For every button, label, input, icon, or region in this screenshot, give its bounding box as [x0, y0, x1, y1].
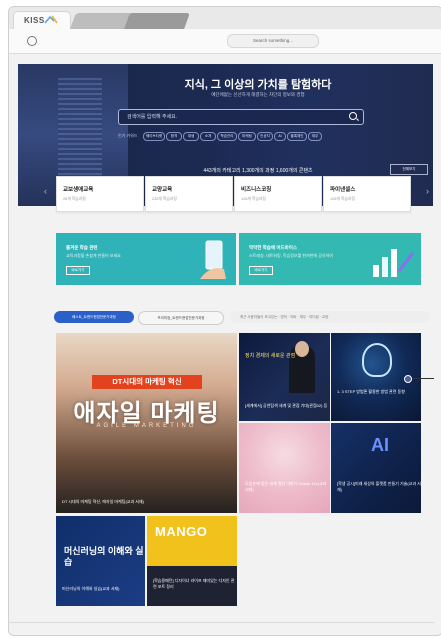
- phone-hand-icon: [200, 240, 226, 279]
- kiss-logo: KISS: [24, 16, 45, 25]
- category-sub: 226개 학습과정: [152, 197, 177, 201]
- keyword-chip[interactable]: AI: [274, 132, 286, 141]
- filter-bar: 베스트_트렌드현업전문가과정 프리미엄_트렌드현업전문가과정 최근 사용자들이 …: [54, 311, 433, 325]
- banner-desc: 스트레칭, 네트워킹, 학습정보를 한꺼번에 공유하여: [249, 253, 333, 258]
- search-icon[interactable]: [349, 112, 357, 120]
- tile-caption: 머신러닝의 이해와 실습(교과 서재): [62, 586, 120, 591]
- hero-subtitle: 예단에없는 신선하게 해결하는 차단의 정보와 경험: [211, 92, 305, 97]
- category-sub: 26개 학습과정: [63, 197, 86, 201]
- lightbulb-icon: [362, 343, 392, 377]
- annotation-dot: [404, 375, 412, 383]
- course-tile[interactable]: AI [학생 공시]미래 세상의 플랫폼 만들기 기술(교과 서재): [331, 423, 421, 513]
- course-tile[interactable]: 머신러닝의 이해와 실습 머신러닝의 이해와 실습(교과 서재): [56, 516, 145, 606]
- banner-title: 막막한 학습에 어드바이스: [249, 245, 298, 250]
- tile-headline: 머신러닝의 이해와 실습: [64, 546, 144, 567]
- tab-kiss[interactable]: KISS: [13, 11, 71, 30]
- tile-text: 정치 경제의 새로운 관점: [245, 353, 296, 359]
- filter-pill[interactable]: 프리미엄_트렌드현업전문가과정: [138, 311, 224, 325]
- category-card[interactable]: 비즈니스코칭 126개 학습과정: [234, 176, 322, 212]
- category-card[interactable]: 교보생애교육 26개 학습과정: [56, 176, 144, 212]
- logo-mark-icon: [44, 15, 58, 24]
- course-counts: 443개의 카테고리 1,300개의 과정 1,600개의 콘텐츠: [203, 168, 313, 174]
- hero-title: 지식, 그 이상의 가치를 탐험하다: [184, 79, 332, 91]
- course-tile[interactable]: 모임손에 맞은 세계 열린 이야기 Oracle 12c(교과 서재): [239, 423, 330, 513]
- keyword-chip[interactable]: 재생: [183, 132, 199, 141]
- view-all-button[interactable]: 전체보기: [390, 164, 428, 175]
- keyword-chip[interactable]: 학습관리: [217, 132, 237, 141]
- tile-caption: [학습용패턴] 디자이너 라이프 재미있는 디자인 관련 포트 정리: [153, 578, 235, 589]
- divider: [8, 622, 434, 623]
- tile-subheadline: AGILE MARKETING: [96, 423, 197, 429]
- promo-banner[interactable]: 막막한 학습에 어드바이스 스트레칭, 네트워킹, 학습정보를 한꺼번에 공유하…: [239, 233, 421, 285]
- banner-desc: 교육과정을 손쉽게 만들어 보세요: [66, 253, 121, 258]
- ai-graphic-icon: AI: [371, 435, 389, 455]
- speaker-face: [295, 341, 309, 357]
- banner-button[interactable]: 바로가기: [249, 266, 273, 275]
- category-title: 교보생애교육: [63, 187, 94, 193]
- course-tile[interactable]: MANGO [학습용패턴] 디자이너 라이프 재미있는 디자인 관련 포트 정리: [147, 516, 237, 606]
- tile-caption: 1. 3 STEP 방법론 활용한 방법 관련 동향: [337, 389, 405, 394]
- keyword-chip[interactable]: 블록체인: [287, 132, 307, 141]
- category-title: 파이낸셜스: [330, 187, 356, 193]
- keyword-chip[interactable]: 소개: [200, 132, 216, 141]
- course-tile[interactable]: 정치 경제의 새로운 관점 [세계에서] 공연탐색 세계 및 관점 기대(관점0…: [239, 333, 330, 421]
- category-card[interactable]: 파이낸셜스 126개 학습과정: [323, 176, 411, 212]
- search-placeholder: 검색어를 입력해 주세요.: [127, 114, 178, 120]
- category-sub: 126개 학습과정: [330, 197, 355, 201]
- keyword-chip[interactable]: 마케팅: [238, 132, 256, 141]
- search-input[interactable]: Search something...: [227, 34, 319, 48]
- keyword-chip[interactable]: 재무: [308, 132, 322, 141]
- keyword-label: 인기 키워드: [118, 133, 138, 138]
- keyword-chip[interactable]: 합격: [166, 132, 182, 141]
- category-cards: 교보생애교육 26개 학습과정 교양교육 226개 학습과정 비즈니스코칭 12…: [18, 176, 433, 212]
- banner-button[interactable]: 바로가기: [66, 266, 90, 275]
- tab-strip: KISS: [9, 7, 441, 30]
- keyword-chip[interactable]: 웨이브티켓: [143, 132, 165, 141]
- tab-third[interactable]: [124, 13, 190, 29]
- keyword-chip[interactable]: 인공지: [257, 132, 273, 141]
- tile-caption: DT 시대의 마케팅 혁신, 애자일 마케팅(교과 서재): [62, 499, 144, 504]
- tile-caption: [세계에서] 공연탐색 세계 및 관점 기대(관점02) 등: [245, 403, 328, 408]
- bar-chart-illustration-icon: [373, 249, 415, 277]
- tile-caption: 모임손에 맞은 세계 열린 이야기 Oracle 12c(교과 서재): [245, 481, 327, 492]
- course-tile-agile-marketing[interactable]: DT시대의 마케팅 혁신 애자일 마케팅 AGILE MARKETING DT …: [56, 333, 237, 513]
- category-title: 교양교육: [152, 187, 173, 193]
- tile-badge: DT시대의 마케팅 혁신: [92, 375, 202, 389]
- tile-headline: MANGO: [155, 524, 208, 539]
- settings-icon[interactable]: [27, 36, 37, 46]
- category-sub: 126개 학습과정: [241, 197, 266, 201]
- filter-pill-active[interactable]: 베스트_트렌드현업전문가과정: [54, 311, 134, 323]
- category-card[interactable]: 교양교육 226개 학습과정: [145, 176, 233, 212]
- tile-caption: [학생 공시]미래 세상의 플랫폼 만들기 기술(교과 서재): [337, 481, 421, 492]
- filter-pill-group[interactable]: 최근 사용자들이 보고있는 · 영어 · 자바 · 재무 · 리더쉽 · 교양: [230, 311, 430, 323]
- category-title: 비즈니스코칭: [241, 187, 272, 193]
- promo-banner[interactable]: 즐겨운 학습 관련 교육과정을 손쉽게 만들어 보세요 바로가기: [56, 233, 236, 285]
- banner-title: 즐겨운 학습 관련: [66, 245, 98, 250]
- address-bar: Search something...: [9, 29, 441, 54]
- hero-search-input[interactable]: 검색어를 입력해 주세요.: [118, 109, 364, 125]
